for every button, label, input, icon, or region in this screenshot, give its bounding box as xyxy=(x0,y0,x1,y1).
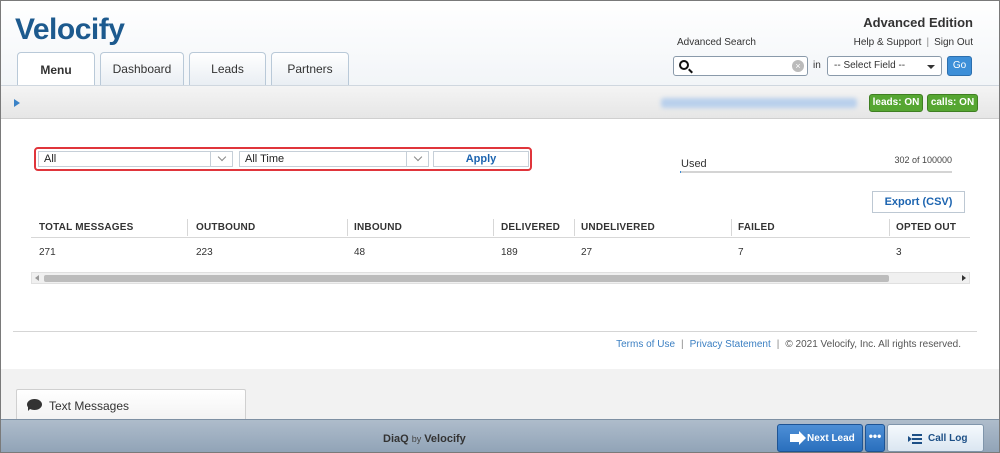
column-divider xyxy=(347,219,348,236)
usage-count: 302 of 100000 xyxy=(894,155,952,165)
copyright-text: © 2021 Velocify, Inc. All rights reserve… xyxy=(785,339,961,350)
cell-outbound: 223 xyxy=(196,247,213,258)
horizontal-scrollbar[interactable] xyxy=(31,272,970,284)
stats-table: TOTAL MESSAGES OUTBOUND INBOUND DELIVERE… xyxy=(31,216,970,260)
col-opted-out[interactable]: OPTED OUT xyxy=(896,222,956,233)
calls-status-badge[interactable]: calls: ON xyxy=(927,94,978,112)
next-lead-button[interactable]: Next Lead xyxy=(777,424,863,452)
top-links: Help & Support | Sign Out xyxy=(853,37,973,48)
expand-arrow-icon[interactable] xyxy=(14,99,20,107)
footer: Terms of Use | Privacy Statement | © 2021 Ve… xyxy=(616,339,961,350)
message-type-value: All xyxy=(44,153,57,165)
bottom-bar: DiaQ by Velocify Next Lead ••• Call Log xyxy=(1,419,999,452)
tab-dashboard[interactable]: Dashboard xyxy=(100,52,184,85)
clear-search-icon[interactable]: × xyxy=(792,60,804,72)
search-icon xyxy=(679,60,689,70)
app-window: Velocify Menu Dashboard Leads Partners A… xyxy=(0,0,1000,453)
call-log-label: Call Log xyxy=(928,433,968,444)
time-period-value: All Time xyxy=(245,153,285,165)
tab-leads[interactable]: Leads xyxy=(189,52,266,85)
more-options-button[interactable]: ••• xyxy=(865,424,885,452)
diaq-brand: DiaQ by Velocify xyxy=(383,433,466,445)
next-lead-label: Next Lead xyxy=(807,433,855,444)
help-support-link[interactable]: Help & Support xyxy=(854,37,922,48)
column-divider xyxy=(493,219,494,236)
search-field-selected: -- Select Field -- xyxy=(834,60,906,71)
apply-button[interactable]: Apply xyxy=(433,151,529,167)
col-failed[interactable]: FAILED xyxy=(738,222,775,233)
usage-progress-bar xyxy=(680,171,952,173)
terms-of-use-link[interactable]: Terms of Use xyxy=(616,339,675,350)
edition-label: Advanced Edition xyxy=(863,15,973,30)
main-tabs: Menu Dashboard Leads Partners xyxy=(17,52,349,86)
privacy-statement-link[interactable]: Privacy Statement xyxy=(690,339,771,350)
time-period-select[interactable]: All Time xyxy=(239,151,429,167)
in-label: in xyxy=(813,60,821,71)
chevron-down-icon xyxy=(210,151,232,167)
chevron-down-icon xyxy=(406,151,428,167)
cell-undelivered: 27 xyxy=(581,247,593,258)
export-csv-button[interactable]: Export (CSV) xyxy=(872,191,965,213)
advanced-search-link[interactable]: Advanced Search xyxy=(677,37,756,48)
go-button[interactable]: Go xyxy=(947,56,972,76)
diaq-by: by xyxy=(411,434,422,444)
filter-bar: All All Time Apply xyxy=(34,147,532,171)
scrollbar-thumb[interactable] xyxy=(44,275,889,282)
column-divider xyxy=(889,219,890,236)
usage-progress-fill xyxy=(680,171,681,173)
column-divider xyxy=(187,219,188,236)
status-bar: leads: ON calls: ON xyxy=(1,85,999,119)
scroll-right-icon[interactable] xyxy=(962,275,966,281)
col-undelivered[interactable]: UNDELIVERED xyxy=(581,222,655,233)
col-inbound[interactable]: INBOUND xyxy=(354,222,402,233)
cell-opted-out: 3 xyxy=(896,247,902,258)
chevron-down-icon xyxy=(927,65,935,69)
chat-bubble-icon xyxy=(27,399,42,411)
column-divider xyxy=(574,219,575,236)
text-messages-label: Text Messages xyxy=(49,399,130,413)
usage-label: Used xyxy=(681,158,707,170)
call-log-button[interactable]: Call Log xyxy=(887,424,984,452)
list-icon xyxy=(908,434,922,444)
search-field-select[interactable]: -- Select Field -- xyxy=(827,56,942,76)
diaq-product: DiaQ xyxy=(383,433,409,445)
leads-status-badge[interactable]: leads: ON xyxy=(869,94,923,112)
arrow-right-icon xyxy=(790,431,806,445)
velocify-logo[interactable]: Velocify xyxy=(15,13,125,47)
footer-divider xyxy=(13,331,977,332)
table-row: 271 223 48 189 27 7 3 xyxy=(31,238,970,260)
scroll-left-icon[interactable] xyxy=(35,275,39,281)
message-type-select[interactable]: All xyxy=(38,151,233,167)
table-header-row: TOTAL MESSAGES OUTBOUND INBOUND DELIVERE… xyxy=(31,216,970,238)
header: Velocify Menu Dashboard Leads Partners A… xyxy=(1,1,999,86)
diaq-velocify: Velocify xyxy=(424,433,466,445)
search-input[interactable]: × xyxy=(673,56,808,76)
col-delivered[interactable]: DELIVERED xyxy=(501,222,560,233)
cell-delivered: 189 xyxy=(501,247,518,258)
user-email-redacted xyxy=(661,98,857,108)
cell-total-messages: 271 xyxy=(39,247,56,258)
col-total-messages[interactable]: TOTAL MESSAGES xyxy=(39,222,133,233)
cell-failed: 7 xyxy=(738,247,744,258)
sign-out-link[interactable]: Sign Out xyxy=(934,37,973,48)
tab-menu[interactable]: Menu xyxy=(17,52,95,86)
col-outbound[interactable]: OUTBOUND xyxy=(196,222,255,233)
column-divider xyxy=(731,219,732,236)
cell-inbound: 48 xyxy=(354,247,366,258)
text-messages-tab[interactable]: Text Messages xyxy=(16,389,246,419)
tab-partners[interactable]: Partners xyxy=(271,52,349,85)
